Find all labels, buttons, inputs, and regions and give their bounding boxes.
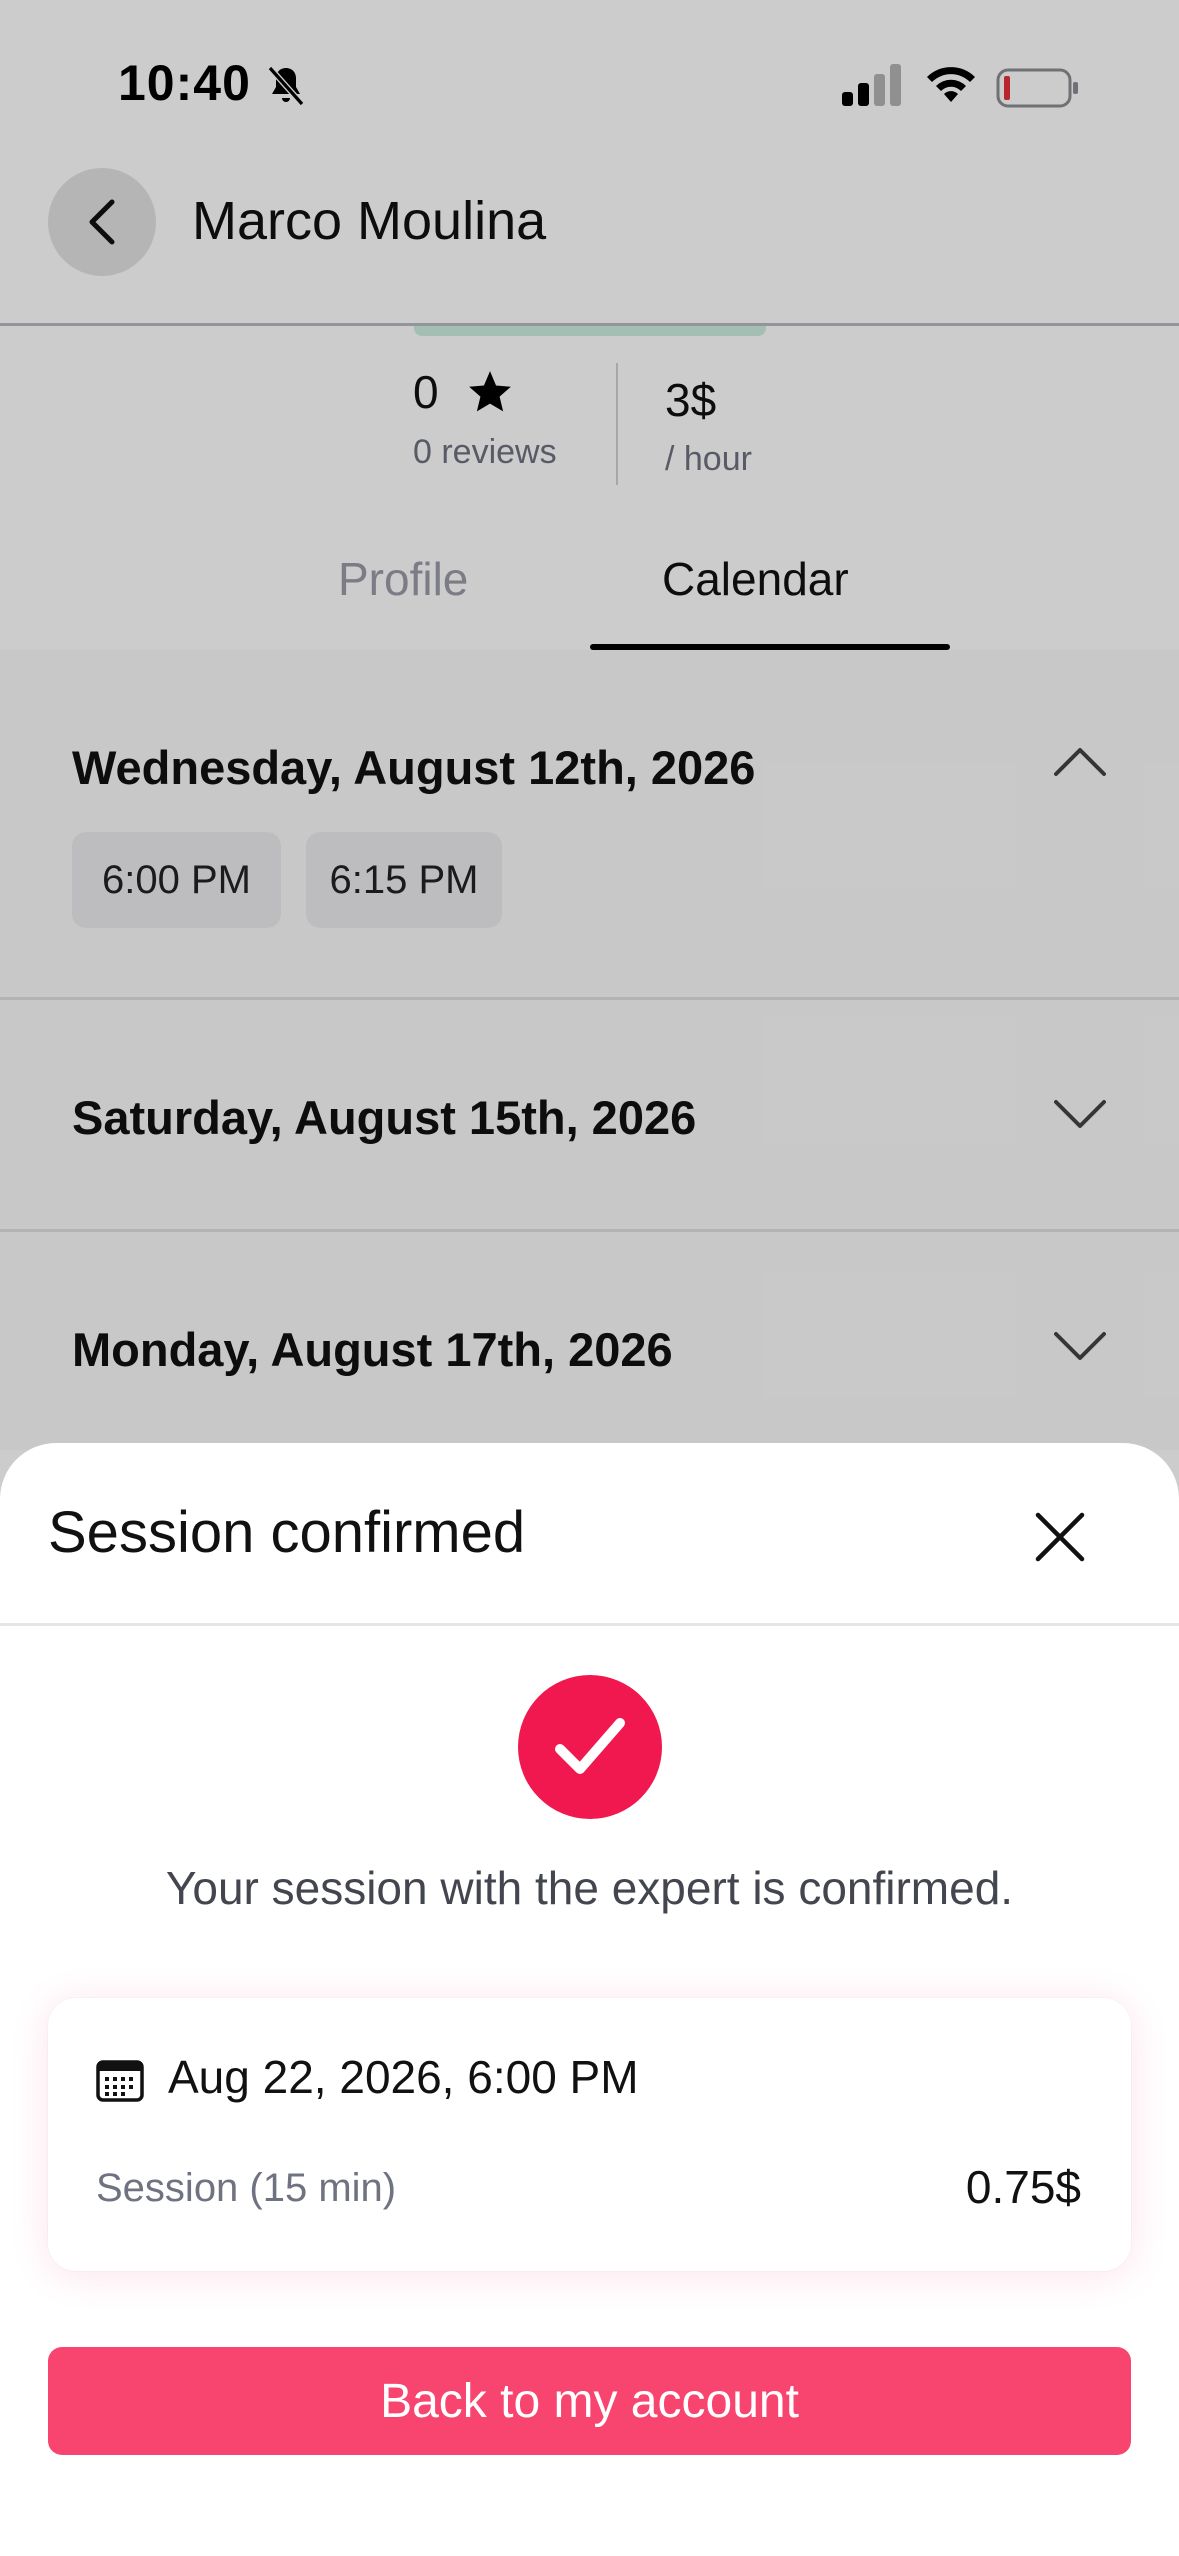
success-badge [518,1675,662,1819]
calendar-icon [96,2060,144,2102]
sheet-title: Session confirmed [48,1500,526,1565]
session-duration-label: Session (15 min) [96,2166,397,2210]
session-price: 0.75$ [965,2161,1081,2213]
back-to-account-button[interactable]: Back to my account [48,2347,1131,2455]
close-button[interactable] [1024,1501,1096,1573]
confirmation-message: Your session with the expert is confirme… [165,1862,1014,1914]
session-summary-card: Aug 22, 2026, 6:00 PM Session (15 min) 0… [48,1998,1131,2271]
sheet-divider [0,1623,1179,1626]
confirmation-sheet: Session confirmed Your session with the … [0,1443,1179,2556]
close-icon [1035,1512,1085,1562]
checkmark-icon [555,1718,625,1774]
session-datetime: Aug 22, 2026, 6:00 PM [168,2051,639,2103]
